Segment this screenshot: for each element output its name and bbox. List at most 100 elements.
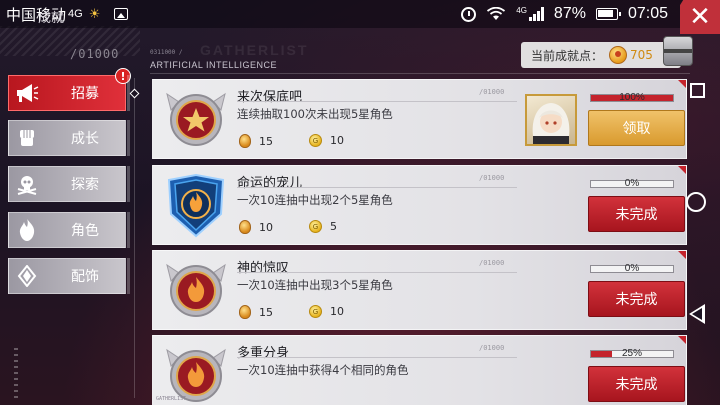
card-corner-marker [678,166,686,174]
coin-icon: G [309,220,322,233]
sidebar-item-character[interactable]: 角色 [8,212,126,248]
progress-text: 100% [619,92,645,103]
progress-bar: 0% [590,178,674,189]
reward-coins: G 10 [309,134,344,147]
sidebar-item-label: 成长 [71,131,99,147]
sidebar-item-recruit[interactable]: 招募 ! [8,68,131,111]
title-underline [237,272,517,273]
points-label: 当前成就点： [531,48,604,63]
reward-points: 15 [239,305,273,319]
sidebar-edge [127,120,130,156]
achievement-code: /01000 [479,259,505,267]
star-emblem-icon [166,92,226,146]
blue-flame-emblem-icon [167,174,225,238]
alarm-icon [461,6,477,22]
reward-points: 10 [239,220,273,234]
incomplete-button[interactable]: 未完成 [588,281,685,317]
title-underline [237,101,517,102]
reward-coins-value: 10 [330,305,344,318]
title-underline [237,357,517,358]
signal-strength-icon [528,7,544,21]
achievement-title: 来次保底吧 [237,90,303,105]
achievement-card: 多重分身 /01000 一次10连抽中获得4个相同的角色 25% 未完成 [152,335,687,405]
achievement-code: /01000 [479,88,505,96]
achievement-card: 来次保底吧 /01000 连续抽取100次未出现5星角色 15 G 10 100… [152,79,687,159]
progress-text: 0% [624,178,640,189]
flame-icon [9,213,45,247]
medal-icon [239,220,251,234]
sidebar-divider [134,78,135,398]
status-bar: 中国移动 4G ☀ 4G 87% 07:05 [0,0,720,28]
coin-icon: G [309,134,322,147]
sidebar-item-label: 角色 [71,223,99,239]
reward-points-value: 15 [259,305,273,319]
home-button[interactable] [686,192,706,212]
reward-coins: G 5 [309,220,337,233]
sidebar-item-accessory[interactable]: 配饰 [8,258,126,294]
back-button[interactable] [689,304,705,324]
claim-button[interactable]: 领取 [588,110,685,146]
reward-chest-icon[interactable] [663,36,693,66]
progress-bar: 0% [590,263,674,274]
footer-code: GATHERLIST [156,396,187,402]
sidebar-edge [127,258,130,294]
sidebar-edge [127,75,130,111]
sidebar-item-label: 招募 [71,86,99,102]
card-corner-marker [678,336,686,344]
coin-icon: G [309,305,322,318]
header-divider [150,73,690,74]
page-title: 成就 [38,11,65,26]
achievement-points-box: 当前成就点： 705 [521,36,693,68]
close-icon: ✕ [689,2,711,32]
sidebar-item-growth[interactable]: 成长 [8,120,126,156]
header-code: /01000 [70,47,120,61]
sidebar-edge [127,166,130,202]
progress-text: 25% [621,348,642,359]
achievement-title: 神的惊叹 [237,261,290,276]
sidebar-item-label: 配饰 [71,269,99,285]
achievement-description: 连续抽取100次未出现5星角色 [237,107,393,121]
clock-time: 07:05 [627,5,668,22]
points-value: 705 [630,48,653,62]
crystal-icon [9,259,45,293]
signal-4g-label: 4G [516,5,527,15]
incomplete-button[interactable]: 未完成 [588,366,685,402]
section-code: 0311000 / [150,49,183,56]
reward-coins-value: 5 [330,220,337,233]
achievement-description: 一次10连抽中出现2个5星角色 [237,193,393,207]
section-title: ARTIFICIAL INTELLIGENCE [150,60,278,70]
reward-points-value: 15 [259,134,273,148]
character-avatar [525,94,577,146]
skull-icon [9,167,45,201]
progress-bar: 25% [590,348,674,359]
achievement-code: /01000 [479,174,505,182]
card-corner-marker [678,251,686,259]
sidebar-decoration [14,348,18,398]
incomplete-button[interactable]: 未完成 [588,196,685,232]
recent-apps-button[interactable] [690,83,705,98]
fist-icon [9,121,45,155]
medal-icon [609,46,628,64]
achievement-description: 一次10连抽中获得4个相同的角色 [237,363,409,377]
achievement-card: 命运的宠儿 /01000 一次10连抽中出现2个5星角色 10 G 5 0% 未… [152,165,687,245]
medal-icon [239,305,251,319]
achievement-title: 多重分身 [237,346,290,361]
progress-text: 0% [624,263,640,274]
achievement-description: 一次10连抽中出现3个5星角色 [237,278,393,292]
battery-percent: 87% [553,5,586,22]
sidebar-item-explore[interactable]: 探索 [8,166,126,202]
title-underline [237,187,517,188]
achievement-card: 神的惊叹 /01000 一次10连抽中出现3个5星角色 15 G 10 0% 未… [152,250,687,330]
close-button[interactable]: ✕ [680,0,720,34]
weather-sun-icon: ☀ [88,6,101,21]
sidebar-edge [127,212,130,248]
progress-bar: 100% [590,92,674,103]
reward-coins-value: 10 [330,134,344,147]
achievement-code: /01000 [479,344,505,352]
sidebar-item-label: 探索 [71,177,99,193]
achievement-title: 命运的宠儿 [237,176,303,191]
reward-points: 15 [239,134,273,148]
card-corner-marker [678,80,686,88]
section-watermark: GATHERLIST [200,42,309,58]
reward-coins: G 10 [309,305,344,318]
